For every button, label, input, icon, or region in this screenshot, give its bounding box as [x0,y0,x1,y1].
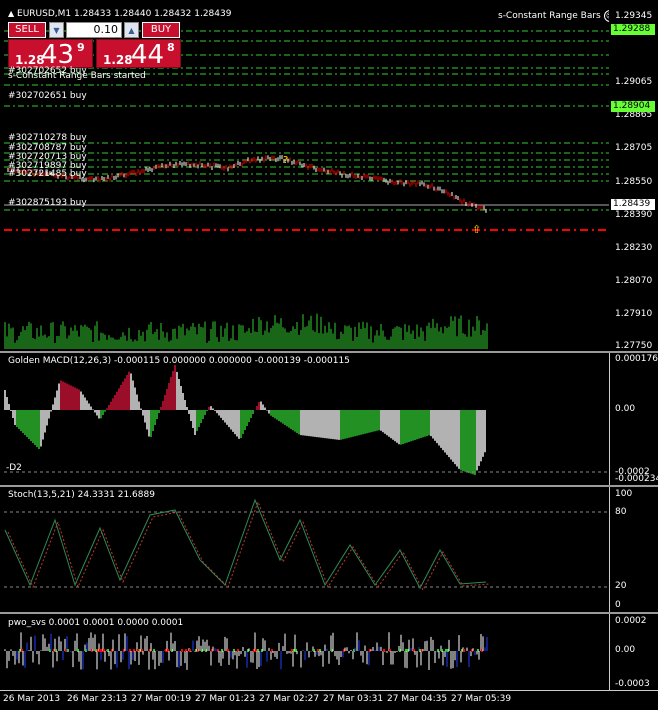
chevron-down-icon: ▼ [53,26,60,35]
price-tag-current: 1.28439 [611,199,655,210]
expert-name[interactable]: s-Constant Range Bars ☺ [498,10,616,22]
price-tick: 1.27750 [615,341,653,351]
stoch-main-line [4,498,487,590]
triangle-icon: ▲ [8,9,15,18]
price-tick: 1.28550 [615,177,653,187]
stoch-tick: 20 [615,581,627,591]
price-tick: 1.28230 [615,243,653,253]
price-tag-level-mid: 1.28904 [611,101,655,112]
trade-label: #302721485 buy [8,169,87,179]
lot-down-arrow[interactable]: ▼ [49,22,64,38]
price-tick: 1.28070 [615,276,653,286]
time-tick: 26 Mar 23:13 [67,694,128,704]
macd-side-label: -D2 [6,463,22,473]
pane-separator[interactable] [0,485,658,487]
price-tick: 1.28390 [615,210,653,220]
price-tick: 1.29065 [615,77,653,87]
stoch-tick: 100 [615,489,633,499]
stoch-tick: 80 [615,507,627,517]
trade-label: #302702651 buy [8,91,87,101]
trade-label: #302710278 buy [8,133,87,143]
macd-label: Golden MACD(12,26,3) -0.000115 0.000000 … [8,356,350,366]
time-tick: 27 Mar 05:39 [451,694,512,704]
pwo-signal-dot [67,649,69,652]
price-tag-level-top: 1.29288 [611,24,655,35]
symbol-header: ▲ EURUSD,M1 1.28433 1.28440 1.28432 1.28… [8,9,231,19]
time-tick: 27 Mar 01:23 [195,694,256,704]
pwo-axis[interactable]: 0.0002 0.00 -0.0003 [609,614,658,690]
stoch-tick: 0 [615,600,621,610]
pwo-tick: -0.0003 [615,679,650,689]
time-tick: 27 Mar 00:19 [131,694,192,704]
pwo-label: pwo_svs 0.0001 0.0001 0.0000 0.0001 [8,618,184,628]
pane-separator[interactable] [0,351,658,353]
stoch-axis[interactable]: 100 80 20 0 [609,487,658,612]
macd-axis[interactable]: 0.000176 0.00 -0.0002 -0.000234 [609,353,658,485]
buy-price-box[interactable]: 1.28 44 8 [96,39,181,68]
stoch-label: Stoch(13,5,21) 24.3331 21.6889 [8,490,155,500]
macd-tick: 0.00 [615,404,636,414]
lot-up-arrow[interactable]: ▲ [124,22,139,38]
pwo-tick: 0.0002 [615,616,647,626]
up-arrow-icon: ⇧ [472,223,481,236]
time-tick: 27 Mar 04:35 [387,694,448,704]
price-axis[interactable]: 1.29345 1.29065 1.28865 1.28705 1.28550 … [609,6,658,351]
time-tick: 27 Mar 02:27 [259,694,320,704]
price-tick: 1.28705 [615,143,653,153]
yellow-marker-icon: ? [283,155,288,166]
time-tick: 26 Mar 2013 [3,694,61,704]
trade-label: #302875193 buy [8,198,87,208]
symbol-quote: EURUSD,M1 1.28433 1.28440 1.28432 1.2843… [17,9,232,19]
sell-price-fraction: 9 [77,41,85,54]
pwo-tick: 0.00 [615,645,636,655]
sell-price-box[interactable]: 1.28 43 9 [8,39,93,68]
main-chart-canvas: ?⇧ [4,30,609,670]
expert-label: s-Constant Range Bars [498,11,601,21]
lot-size-input[interactable]: 0.10 [66,22,122,38]
buy-price-fraction: 8 [167,41,175,54]
sell-price-pips: 43 [41,40,75,68]
buy-price-prefix: 1.28 [103,53,133,67]
sell-button[interactable]: SELL [8,22,46,38]
pane-separator[interactable] [0,612,658,614]
chevron-up-icon: ▲ [128,26,135,35]
macd-tick: 0.000176 [615,354,658,364]
pwo-signal-dot [463,649,465,652]
buy-button[interactable]: BUY [142,22,180,38]
trade-label: #302702652 buy [8,66,87,76]
buy-price-pips: 44 [131,40,165,68]
price-tick: 1.29345 [615,11,653,21]
price-tick: 1.27910 [615,309,653,319]
macd-tick: -0.000234 [615,474,658,484]
time-tick: 27 Mar 03:31 [323,694,384,704]
stoch-signal-line [7,500,490,592]
pwo-signal-dot [181,649,183,652]
pwo-signal-dot [383,649,385,652]
